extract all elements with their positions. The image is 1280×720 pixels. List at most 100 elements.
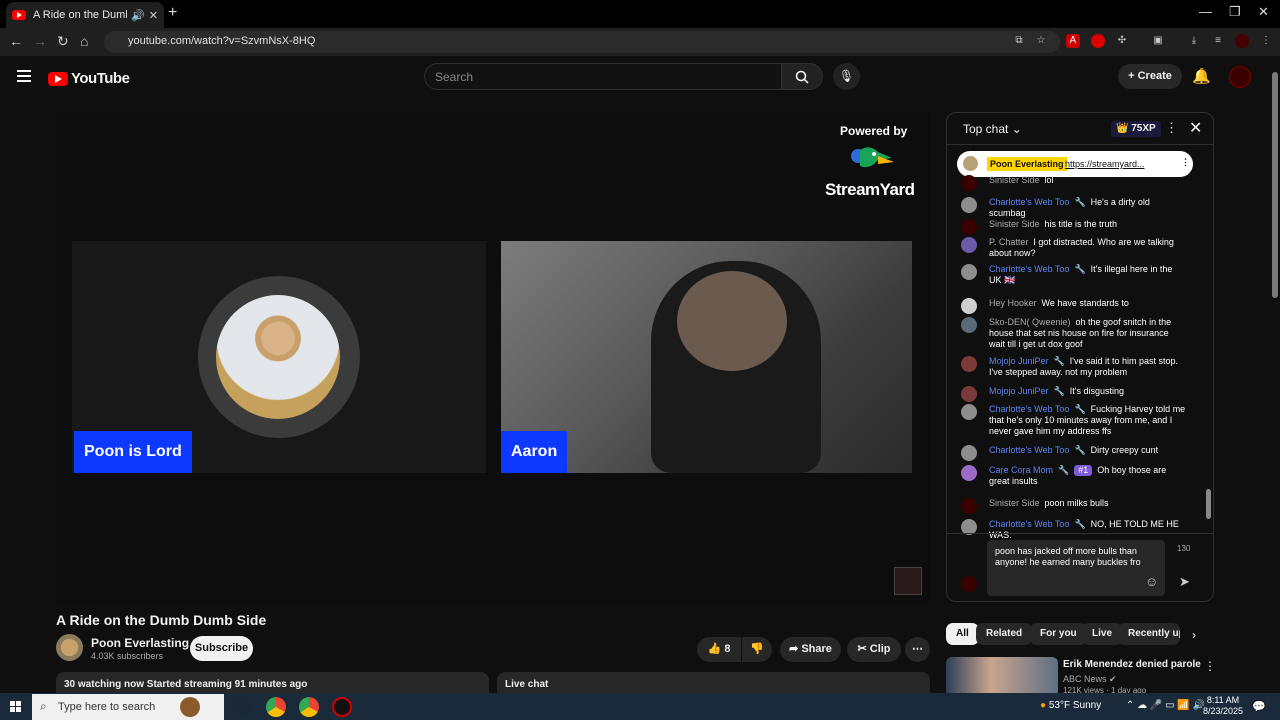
chat-message[interactable]: Sko-DEN( Qweenie) oh the goof snitch in t… [961, 317, 1187, 350]
chat-scrollbar[interactable] [1205, 149, 1213, 529]
chat-message[interactable]: Sinister Side poon milks bulls [961, 498, 1187, 514]
windows-start-icon[interactable] [10, 701, 22, 713]
chat-message[interactable]: Hey Hooker We have standards to [961, 298, 1187, 314]
pinned-menu-icon[interactable]: ⋮ [1181, 157, 1190, 168]
football-app-icon[interactable] [180, 697, 200, 717]
system-tray[interactable]: ⌃ ☁ 🎤 ▭ 📶 🔊 [1126, 700, 1205, 711]
chat-author-name[interactable]: Caŗe Coŗa Mom [989, 465, 1053, 475]
chat-message[interactable]: Mojojo JuniPer 🔧 I've said it to him past … [961, 356, 1187, 378]
chip-for-you[interactable]: For you [1030, 623, 1087, 645]
install-icon[interactable]: ⧉ [1012, 34, 1026, 48]
top-chat-dropdown[interactable]: Top chat ⌄ [963, 122, 1022, 136]
chip-live[interactable]: Live [1082, 623, 1123, 645]
chat-message[interactable]: Mojojo JuniPer 🔧 It's disgusting [961, 386, 1187, 402]
emoji-icon[interactable]: ☺ [1145, 574, 1158, 589]
chat-menu-icon[interactable]: ⋮ [1165, 120, 1178, 136]
minimize-icon[interactable]: — [1199, 4, 1212, 19]
close-chat-icon[interactable]: ✕ [1189, 118, 1202, 138]
chat-author-name[interactable]: P. Chatter [989, 237, 1028, 247]
avatar[interactable] [1229, 66, 1251, 88]
dislike-button[interactable]: 👎 [742, 637, 772, 662]
steam-icon[interactable] [233, 697, 253, 717]
chat-author-name[interactable]: Charlotte's Web Too [989, 445, 1069, 455]
media-icon[interactable]: ≡ [1211, 34, 1225, 48]
chip-related[interactable]: Related [976, 623, 1033, 645]
video-preview-thumbnail[interactable] [894, 567, 922, 595]
chrome-profile-icon[interactable] [299, 697, 319, 717]
channel-name[interactable]: Poon Everlasting [91, 636, 189, 650]
chat-author-name[interactable]: Sinister Side [989, 175, 1040, 185]
chat-message[interactable]: P. Chatter I got distracted. Who are we t… [961, 237, 1187, 259]
chat-author-name[interactable]: Sinister Side [989, 498, 1040, 508]
chat-message[interactable]: Charlotte's Web Too 🔧 It's illegal here in… [961, 264, 1187, 286]
download-icon[interactable]: ⤓ [1187, 34, 1201, 48]
chat-author-name[interactable]: Charlotte's Web Too [989, 197, 1069, 207]
chat-message[interactable]: Charlotte's Web Too 🔧 Fucking Harvey told … [961, 404, 1187, 437]
close-window-icon[interactable]: ✕ [1258, 4, 1269, 20]
video-meta-bar[interactable]: 30 watching now Started streaming 91 min… [56, 672, 489, 694]
adblock-icon[interactable]: A [1066, 34, 1080, 48]
pinned-link[interactable]: https://streamyard... [1065, 159, 1145, 169]
forward-icon[interactable]: → [33, 33, 47, 49]
search-icon[interactable] [781, 63, 823, 90]
subscribe-button[interactable]: Subscribe [190, 636, 253, 661]
clip-button[interactable]: ✂ Clip [847, 637, 901, 662]
chat-author-name[interactable]: Charlotte's Web Too [989, 264, 1069, 274]
like-button[interactable]: 👍 8 [697, 637, 741, 662]
live-chat-bar[interactable]: Live chat [497, 672, 930, 694]
new-tab-icon[interactable]: + [168, 4, 177, 22]
chat-message[interactable]: Charlotte's Web Too 🔧 He's a dirty old scu… [961, 197, 1187, 219]
chrome-icon[interactable] [266, 697, 286, 717]
url-bar[interactable]: youtube.com/watch?v=SzvmNsX-8HQ [104, 31, 1060, 53]
app-icon[interactable] [332, 697, 352, 717]
chat-author-name[interactable]: Charlotte's Web Too [989, 404, 1069, 414]
chat-author-name[interactable]: Mojojo JuniPer [989, 386, 1049, 396]
chat-author-name[interactable]: Hey Hooker [989, 298, 1037, 308]
recommended-video-title[interactable]: Erik Menendez denied parole [1063, 659, 1201, 670]
chat-scrollbar-thumb[interactable] [1206, 489, 1211, 519]
xp-badge[interactable]: 👑 75XP [1111, 121, 1161, 137]
chip-recently-up[interactable]: Recently up [1118, 623, 1180, 645]
chat-author-name[interactable]: Charlotte's Web Too [989, 519, 1069, 529]
speaker-icon[interactable]: 🔊 [131, 9, 145, 22]
chat-author-name[interactable]: Sko-DEN( Qweenie) [989, 317, 1071, 327]
sidebar-icon[interactable]: ▣ [1151, 34, 1165, 48]
channel-avatar[interactable] [56, 634, 83, 661]
close-tab-icon[interactable]: ✕ [149, 9, 158, 22]
search-input[interactable]: Search [424, 63, 782, 90]
recommended-video-thumbnail[interactable] [946, 657, 1058, 697]
mic-icon[interactable]: 🎙 [833, 63, 860, 90]
chat-message[interactable]: Caŗe Coŗa Mom 🔧 #1 Oh boy those are great i… [961, 465, 1187, 487]
create-button[interactable]: + Create [1118, 64, 1182, 89]
home-icon[interactable]: ⌂ [80, 33, 88, 49]
notification-icon[interactable]: 💬 [1252, 700, 1266, 713]
bookmark-star-icon[interactable]: ☆ [1034, 34, 1048, 48]
menu-icon[interactable]: ⋮ [1259, 34, 1273, 48]
scrollbar-thumb[interactable] [1272, 72, 1278, 298]
back-icon[interactable]: ← [9, 33, 23, 49]
profile-icon[interactable] [1235, 34, 1249, 48]
reload-icon[interactable]: ↻ [57, 33, 69, 50]
extension-red-icon[interactable] [1091, 34, 1105, 48]
send-icon[interactable]: ➤ [1179, 574, 1190, 590]
extensions-icon[interactable]: ✣ [1115, 34, 1129, 48]
chat-message-input[interactable]: poon has jacked off more bulls than anyo… [987, 540, 1165, 596]
notifications-bell-icon[interactable]: 🔔 [1192, 67, 1211, 85]
chip-all[interactable]: All [946, 623, 979, 645]
chat-author-name[interactable]: Sinister Side [989, 219, 1040, 229]
restore-icon[interactable]: ❐ [1229, 4, 1241, 20]
pinned-message[interactable]: Poon Everlasting https://streamyard... ⋮ [957, 151, 1193, 177]
recommended-menu-icon[interactable]: ⋮ [1204, 659, 1216, 673]
weather-widget[interactable]: ● 53°F Sunny [1040, 700, 1101, 711]
share-button[interactable]: ➦ Share [780, 637, 841, 662]
chat-message[interactable]: Sinister Side lol [961, 175, 1187, 191]
hamburger-menu-icon[interactable] [17, 70, 31, 85]
chevron-right-icon[interactable]: › [1192, 628, 1196, 642]
youtube-logo[interactable]: YouTube [48, 70, 130, 87]
more-actions-icon[interactable]: ⋯ [905, 637, 930, 662]
browser-tab[interactable]: A Ride on the Dumb Dumb Side 🔊 ✕ [6, 2, 164, 28]
page-scrollbar[interactable] [1270, 60, 1280, 693]
clock[interactable]: 8:11 AM 8/23/2025 [1200, 695, 1246, 717]
chat-message[interactable]: Charlotte's Web Too 🔧 Dirty creepy cunt [961, 445, 1187, 461]
chat-author-name[interactable]: Mojojo JuniPer [989, 356, 1049, 366]
